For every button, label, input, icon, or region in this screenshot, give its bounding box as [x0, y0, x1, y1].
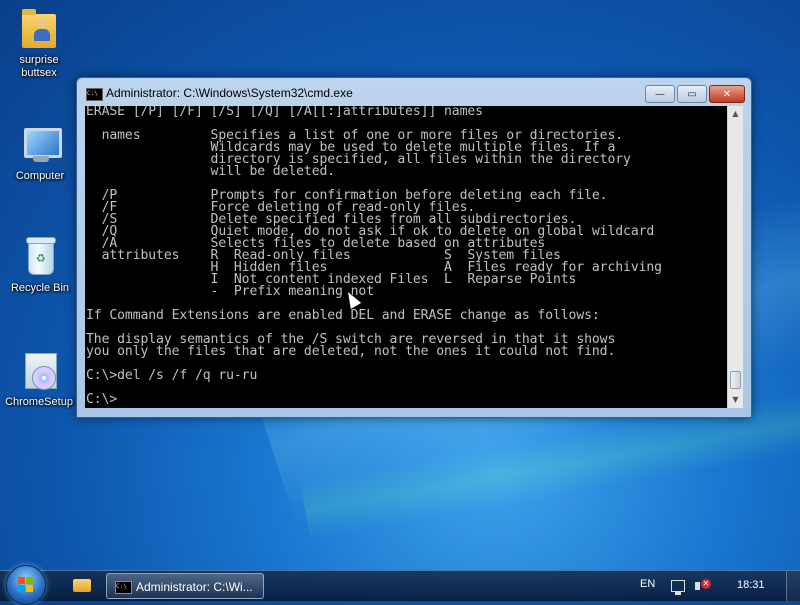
vertical-scrollbar[interactable]: ▲ ▼ — [727, 106, 743, 408]
start-button[interactable] — [6, 565, 46, 605]
taskbar: C:\ Administrator: C:\Wi... EN ✕ 18:31 — [0, 565, 800, 605]
cmd-window[interactable]: C:\ Administrator: C:\Windows\System32\c… — [76, 77, 752, 418]
desktop-icon-chromesetup[interactable]: ChromeSetup — [1, 350, 77, 409]
desktop-icon-computer[interactable]: Computer — [2, 124, 78, 183]
network-icon[interactable] — [671, 580, 685, 595]
windows-start-icon — [18, 577, 34, 593]
volume-muted-icon[interactable]: ✕ — [695, 579, 711, 593]
scroll-up-arrow-icon[interactable]: ▲ — [728, 106, 743, 122]
cmd-icon: C:\ — [86, 88, 103, 101]
taskbar-cmd-button[interactable]: C:\ Administrator: C:\Wi... — [106, 573, 264, 599]
desktop-icon-label: Computer — [15, 170, 65, 182]
scroll-down-arrow-icon[interactable]: ▼ — [728, 392, 743, 408]
desktop-icon-label: surprise buttsex — [19, 54, 59, 79]
console-output[interactable]: ERASE [/P] [/F] [/S] [/Q] [/A[[:]attribu… — [85, 106, 727, 408]
minimize-button[interactable]: — — [645, 85, 675, 103]
desktop-icon-surprise-buttsex[interactable]: surprise buttsex — [1, 8, 77, 80]
window-titlebar[interactable]: C:\ Administrator: C:\Windows\System32\c… — [77, 78, 751, 106]
language-indicator[interactable]: EN — [640, 578, 655, 590]
clock[interactable]: 18:31 — [737, 579, 765, 591]
console-text: ERASE [/P] [/F] [/S] [/Q] [/A[[:]attribu… — [86, 106, 662, 407]
close-button[interactable]: ✕ — [709, 85, 745, 103]
taskbar-explorer-button[interactable] — [64, 573, 100, 599]
window-title: Administrator: C:\Windows\System32\cmd.e… — [106, 86, 353, 100]
maximize-icon: ▭ — [687, 89, 697, 100]
taskbar-cmd-label: Administrator: C:\Wi... — [136, 580, 253, 594]
minimize-icon: — — [655, 89, 665, 100]
show-desktop-button[interactable] — [786, 571, 800, 601]
folder-icon — [18, 8, 60, 50]
desktop-icon-label: ChromeSetup — [5, 396, 73, 408]
scroll-thumb[interactable] — [730, 371, 741, 389]
explorer-folder-icon — [73, 579, 91, 592]
close-icon: ✕ — [722, 89, 732, 100]
computer-icon — [19, 124, 62, 166]
maximize-button[interactable]: ▭ — [677, 85, 707, 103]
recycle-bin-icon: ♻ — [19, 236, 61, 278]
setup-icon — [18, 350, 60, 392]
desktop-icon-recycle-bin[interactable]: ♻ Recycle Bin — [2, 236, 78, 295]
desktop-icon-label: Recycle Bin — [10, 282, 70, 294]
cmd-icon: C:\ — [115, 581, 132, 594]
